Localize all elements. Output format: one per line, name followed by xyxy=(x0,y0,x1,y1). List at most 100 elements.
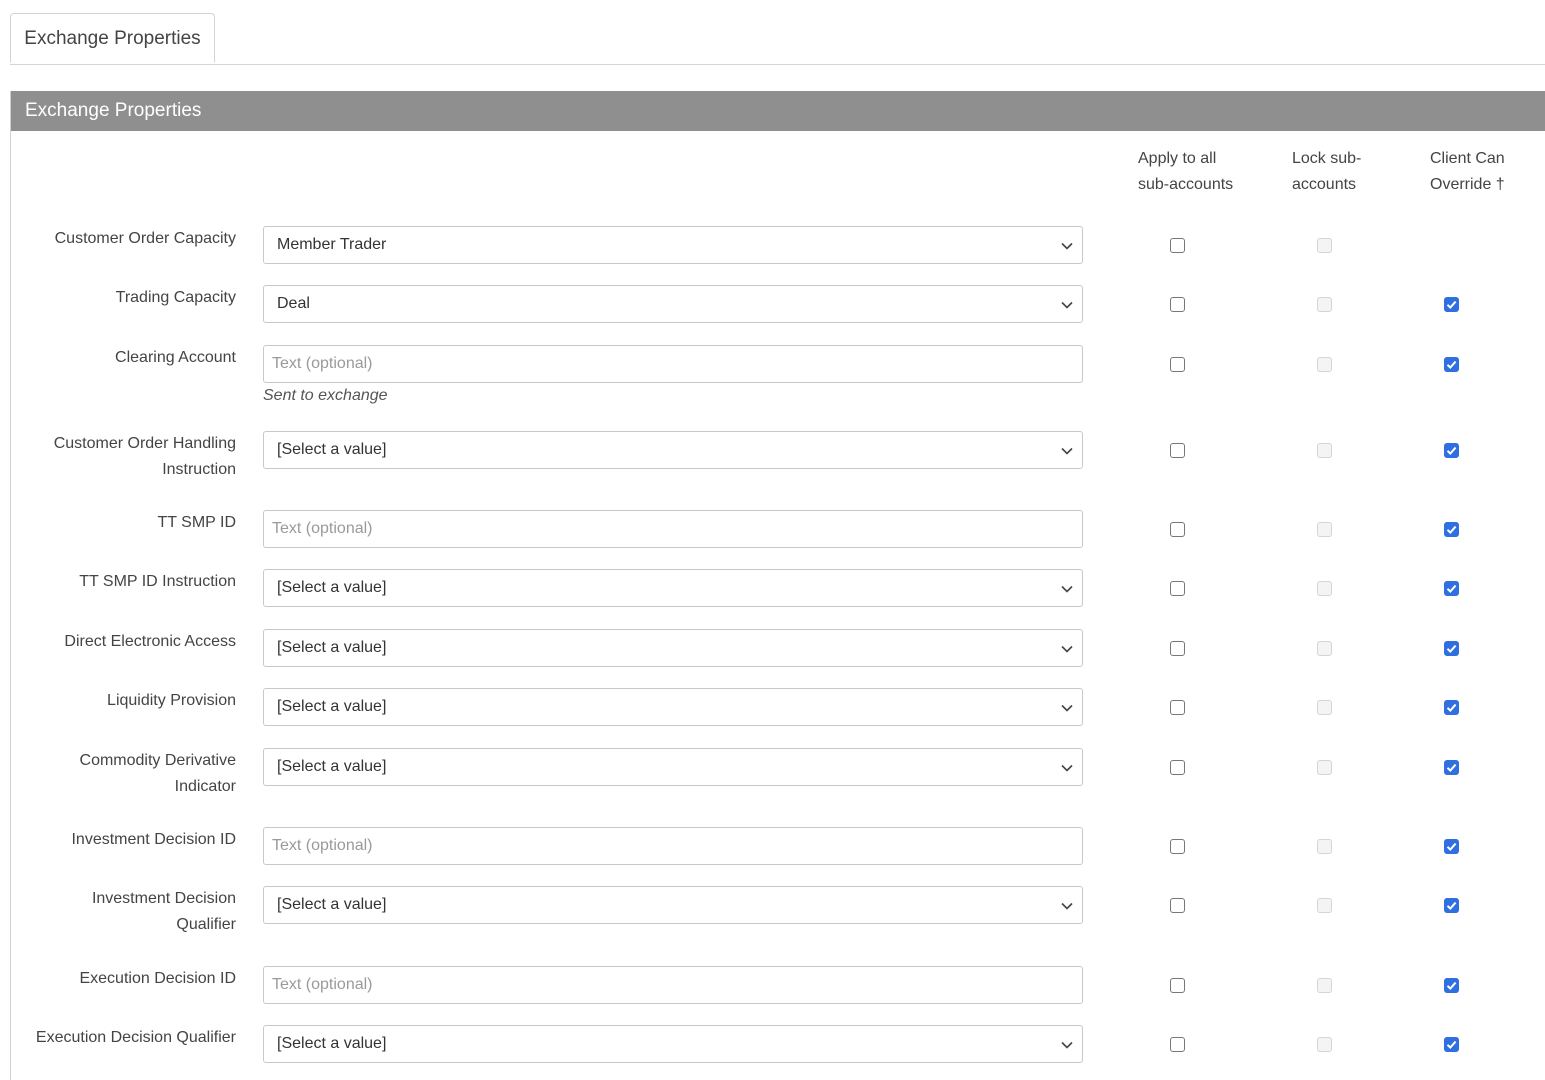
property-text-input[interactable] xyxy=(263,345,1083,383)
lock-sub-accounts-checkbox xyxy=(1317,357,1332,372)
lock-sub-accounts-checkbox xyxy=(1317,522,1332,537)
client-can-override-column-header: Client Can Override † xyxy=(1430,150,1505,193)
lock-sub-accounts-checkbox xyxy=(1317,760,1332,775)
chevron-down-icon xyxy=(1061,585,1073,593)
property-label: Investment Decision ID xyxy=(71,831,236,848)
checkmark-icon xyxy=(1446,644,1457,653)
checkmark-icon xyxy=(1446,360,1457,369)
checkmark-icon xyxy=(1446,842,1457,851)
client-can-override-checkbox[interactable] xyxy=(1444,581,1459,596)
property-select[interactable]: [Select a value] xyxy=(263,688,1083,726)
selected-value: Deal xyxy=(277,295,310,312)
apply-to-all-checkbox[interactable] xyxy=(1170,978,1185,993)
property-select[interactable]: Deal xyxy=(263,285,1083,323)
chevron-down-icon xyxy=(1061,704,1073,712)
apply-to-all-checkbox[interactable] xyxy=(1170,760,1185,775)
client-can-override-checkbox[interactable] xyxy=(1444,898,1459,913)
property-row: Direct Electronic Access [Select a value] xyxy=(0,629,1545,669)
client-can-override-checkbox[interactable] xyxy=(1444,297,1459,312)
property-select[interactable]: [Select a value] xyxy=(263,431,1083,469)
property-label: Customer Order Handling Instruction xyxy=(53,435,236,478)
checkmark-icon xyxy=(1446,300,1457,309)
panel-title: Exchange Properties xyxy=(11,91,1545,131)
property-select[interactable]: [Select a value] xyxy=(263,629,1083,667)
selected-value: Member Trader xyxy=(277,236,387,253)
client-can-override-checkbox[interactable] xyxy=(1444,641,1459,656)
tab-bar: Exchange Properties xyxy=(10,0,1545,65)
lock-sub-accounts-checkbox xyxy=(1317,700,1332,715)
lock-sub-accounts-checkbox xyxy=(1317,898,1332,913)
client-can-override-checkbox[interactable] xyxy=(1444,700,1459,715)
property-row: Commodity Derivative Indicator [Select a v… xyxy=(0,748,1545,795)
property-label: Direct Electronic Access xyxy=(64,633,236,650)
client-can-override-checkbox[interactable] xyxy=(1444,443,1459,458)
selected-value: [Select a value] xyxy=(277,1035,387,1052)
property-label: Investment Decision Qualifier xyxy=(91,890,236,933)
client-can-override-checkbox[interactable] xyxy=(1444,978,1459,993)
property-text-input[interactable] xyxy=(263,510,1083,548)
property-label: Trading Capacity xyxy=(115,289,236,306)
apply-all-column-header: Apply to all sub-accounts xyxy=(1138,150,1234,193)
apply-to-all-checkbox[interactable] xyxy=(1170,297,1185,312)
property-label: TT SMP ID xyxy=(157,514,236,531)
property-text-input[interactable] xyxy=(263,827,1083,865)
property-row: Investment Decision Qualifier [Select a va… xyxy=(0,886,1545,933)
client-can-override-checkbox[interactable] xyxy=(1444,760,1459,775)
chevron-down-icon xyxy=(1061,242,1073,250)
property-label: Commodity Derivative Indicator xyxy=(79,752,236,795)
property-select[interactable]: [Select a value] xyxy=(263,569,1083,607)
property-row: Clearing Account Sent to exchange xyxy=(0,345,1545,404)
property-select[interactable]: [Select a value] xyxy=(263,748,1083,786)
chevron-down-icon xyxy=(1061,1041,1073,1049)
checkmark-icon xyxy=(1446,584,1457,593)
checkmark-icon xyxy=(1446,981,1457,990)
selected-value: [Select a value] xyxy=(277,896,387,913)
client-can-override-checkbox[interactable] xyxy=(1444,357,1459,372)
apply-to-all-checkbox[interactable] xyxy=(1170,238,1185,253)
property-select[interactable]: Member Trader xyxy=(263,226,1083,264)
client-can-override-checkbox[interactable] xyxy=(1444,522,1459,537)
chevron-down-icon xyxy=(1061,645,1073,653)
selected-value: [Select a value] xyxy=(277,698,387,715)
apply-to-all-checkbox[interactable] xyxy=(1170,1037,1185,1052)
selected-value: [Select a value] xyxy=(277,758,387,775)
lock-sub-accounts-checkbox xyxy=(1317,297,1332,312)
lock-sub-accounts-checkbox xyxy=(1317,238,1332,253)
apply-to-all-checkbox[interactable] xyxy=(1170,898,1185,913)
property-label: Execution Decision ID xyxy=(79,970,236,987)
field-hint: Sent to exchange xyxy=(263,387,388,404)
checkmark-icon xyxy=(1446,703,1457,712)
tab-exchange-properties[interactable]: Exchange Properties xyxy=(10,13,215,63)
client-can-override-checkbox[interactable] xyxy=(1444,1037,1459,1052)
apply-to-all-checkbox[interactable] xyxy=(1170,581,1185,596)
property-select[interactable]: [Select a value] xyxy=(263,1025,1083,1063)
checkmark-icon xyxy=(1446,763,1457,772)
chevron-down-icon xyxy=(1061,301,1073,309)
selected-value: [Select a value] xyxy=(277,441,387,458)
apply-to-all-checkbox[interactable] xyxy=(1170,641,1185,656)
property-text-input[interactable] xyxy=(263,966,1083,1004)
checkmark-icon xyxy=(1446,446,1457,455)
property-select[interactable]: [Select a value] xyxy=(263,886,1083,924)
lock-sub-accounts-checkbox xyxy=(1317,443,1332,458)
property-label: Clearing Account xyxy=(115,349,236,366)
selected-value: [Select a value] xyxy=(277,639,387,656)
apply-to-all-checkbox[interactable] xyxy=(1170,357,1185,372)
lock-sub-accounts-checkbox xyxy=(1317,641,1332,656)
apply-to-all-checkbox[interactable] xyxy=(1170,839,1185,854)
checkmark-icon xyxy=(1446,1040,1457,1049)
client-can-override-checkbox[interactable] xyxy=(1444,839,1459,854)
lock-sub-accounts-checkbox xyxy=(1317,839,1332,854)
lock-sub-accounts-column-header: Lock sub- accounts xyxy=(1292,150,1362,193)
checkmark-icon xyxy=(1446,525,1457,534)
selected-value: [Select a value] xyxy=(277,579,387,596)
property-row: Customer Order Capacity Member Trader xyxy=(0,226,1545,266)
apply-to-all-checkbox[interactable] xyxy=(1170,443,1185,458)
property-row: TT SMP ID xyxy=(0,510,1545,550)
property-row: Investment Decision ID xyxy=(0,827,1545,867)
checkmark-icon xyxy=(1446,901,1457,910)
lock-sub-accounts-checkbox xyxy=(1317,978,1332,993)
property-label: TT SMP ID Instruction xyxy=(79,573,236,590)
apply-to-all-checkbox[interactable] xyxy=(1170,700,1185,715)
apply-to-all-checkbox[interactable] xyxy=(1170,522,1185,537)
